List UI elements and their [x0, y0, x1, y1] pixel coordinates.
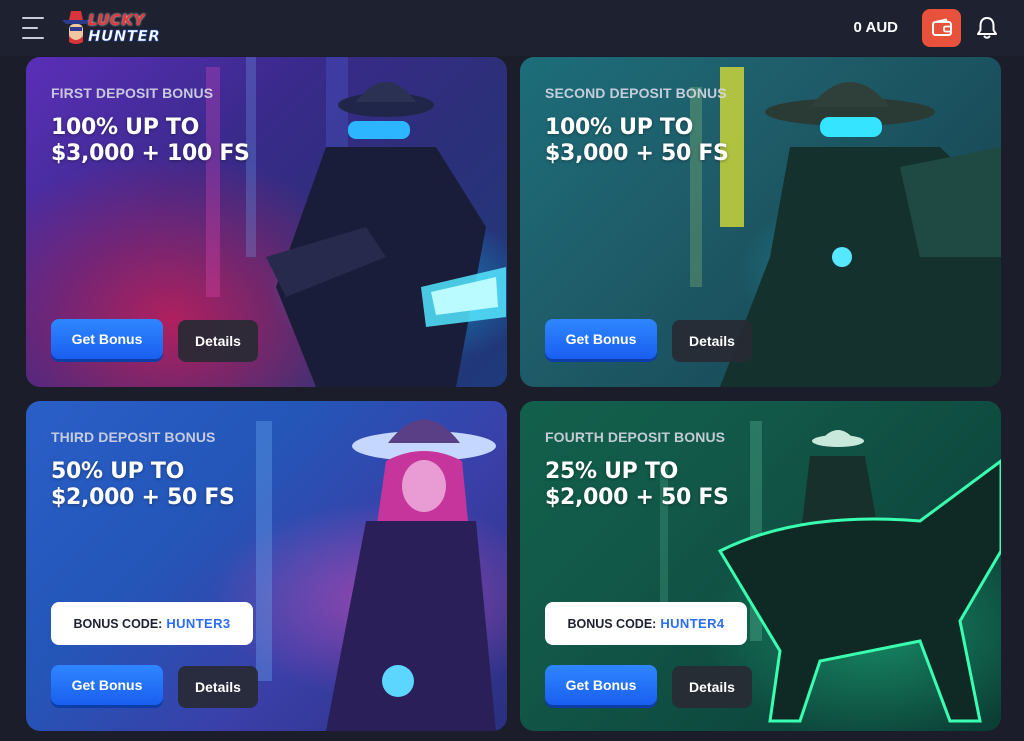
- details-button[interactable]: Details: [672, 666, 752, 708]
- bonus-code-value: HUNTER4: [660, 616, 725, 631]
- headline-line1: 25% UP TO: [545, 459, 678, 484]
- headline-line1: 100% UP TO: [51, 115, 199, 140]
- wallet-icon: [931, 18, 952, 36]
- bonus-code-label: BONUS CODE:: [567, 616, 657, 631]
- bonus-headline: 50% UP TO $2,000 + 50 FS: [51, 459, 371, 511]
- get-bonus-button[interactable]: Get Bonus: [51, 319, 163, 359]
- get-bonus-button[interactable]: Get Bonus: [545, 665, 657, 705]
- logo-line2: HUNTER: [88, 27, 161, 45]
- headline-line2: $3,000 + 100 FS: [51, 141, 250, 166]
- bonus-code-box[interactable]: BONUS CODE: HUNTER3: [51, 602, 253, 645]
- headline-line2: $3,000 + 50 FS: [545, 141, 729, 166]
- bonus-card-second: SECOND DEPOSIT BONUS 100% UP TO $3,000 +…: [520, 57, 1001, 387]
- bonus-code-box[interactable]: BONUS CODE: HUNTER4: [545, 602, 747, 645]
- get-bonus-button[interactable]: Get Bonus: [545, 319, 657, 359]
- balance[interactable]: 0 AUD: [854, 19, 898, 36]
- bonus-headline: 25% UP TO $2,000 + 50 FS: [545, 459, 865, 511]
- get-bonus-button[interactable]: Get Bonus: [51, 665, 163, 705]
- bonus-card-first: FIRST DEPOSIT BONUS 100% UP TO $3,000 + …: [26, 57, 507, 387]
- logo-line1: LUCKY: [88, 11, 145, 29]
- menu-icon[interactable]: [22, 17, 50, 39]
- headline-line1: 50% UP TO: [51, 459, 184, 484]
- bonus-card-fourth: FOURTH DEPOSIT BONUS 25% UP TO $2,000 + …: [520, 401, 1001, 731]
- details-button[interactable]: Details: [672, 320, 752, 362]
- bonus-eyebrow: THIRD DEPOSIT BONUS: [51, 429, 216, 445]
- bonus-card-third: THIRD DEPOSIT BONUS 50% UP TO $2,000 + 5…: [26, 401, 507, 731]
- wallet-button[interactable]: [922, 9, 961, 47]
- headline-line2: $2,000 + 50 FS: [51, 485, 235, 510]
- logo-text: LUCKY HUNTER: [88, 12, 160, 44]
- bonus-code-label: BONUS CODE:: [73, 616, 163, 631]
- details-button[interactable]: Details: [178, 320, 258, 362]
- bonus-eyebrow: SECOND DEPOSIT BONUS: [545, 85, 727, 101]
- top-bar: LUCKY HUNTER 0 AUD: [0, 0, 1024, 56]
- headline-line2: $2,000 + 50 FS: [545, 485, 729, 510]
- bonus-eyebrow: FIRST DEPOSIT BONUS: [51, 85, 214, 101]
- bonus-code-value: HUNTER3: [166, 616, 231, 631]
- bonus-headline: 100% UP TO $3,000 + 100 FS: [51, 115, 371, 167]
- logo[interactable]: LUCKY HUNTER: [58, 6, 162, 50]
- details-button[interactable]: Details: [178, 666, 258, 708]
- bonus-headline: 100% UP TO $3,000 + 50 FS: [545, 115, 865, 167]
- headline-line1: 100% UP TO: [545, 115, 693, 140]
- bell-icon[interactable]: [976, 16, 998, 40]
- bonus-eyebrow: FOURTH DEPOSIT BONUS: [545, 429, 726, 445]
